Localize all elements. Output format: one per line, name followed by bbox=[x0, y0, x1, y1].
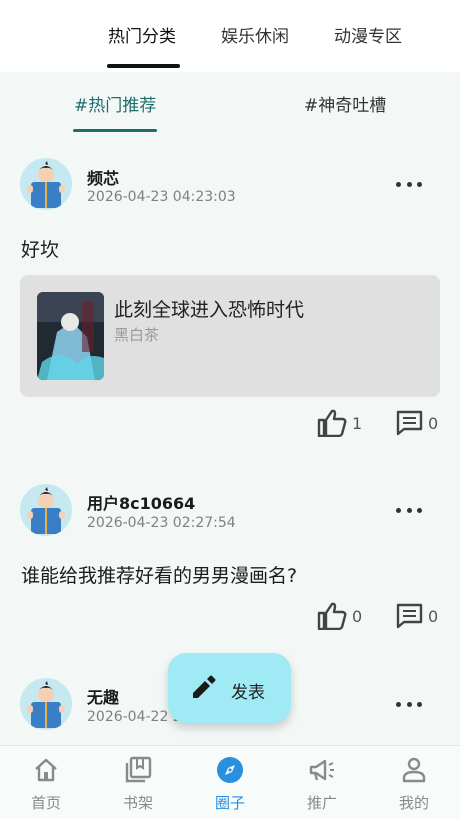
comment-count: 0 bbox=[428, 413, 439, 433]
nav-promote-label: 推广 bbox=[306, 794, 337, 812]
avatar[interactable] bbox=[20, 484, 72, 536]
sub-tab-indicator bbox=[73, 129, 157, 132]
nav-profile-label: 我的 bbox=[398, 794, 429, 812]
tab-hot-category[interactable]: 热门分类 bbox=[108, 22, 176, 47]
comment-count: 0 bbox=[428, 606, 439, 626]
post-content: 谁能给我推荐好看的男男漫画名? bbox=[21, 565, 298, 587]
pencil-icon bbox=[193, 675, 216, 698]
publish-label: 发表 bbox=[231, 683, 265, 703]
like-count: 0 bbox=[352, 606, 363, 626]
reader-avatar-icon bbox=[20, 158, 72, 210]
book-card[interactable]: 此刻全球进入恐怖时代 黑白茶 bbox=[20, 275, 440, 397]
nav-circle[interactable]: 圈子 bbox=[184, 746, 276, 819]
comment-button[interactable]: 0 bbox=[396, 603, 438, 629]
home-icon bbox=[35, 758, 57, 782]
publish-fab-button[interactable]: 发表 bbox=[168, 653, 291, 723]
post-time: 2026-04-23 02:27:54 bbox=[87, 515, 236, 531]
like-count: 1 bbox=[352, 413, 363, 433]
nav-profile[interactable]: 我的 bbox=[368, 746, 460, 819]
megaphone-icon bbox=[309, 759, 334, 781]
nav-home-label: 首页 bbox=[30, 794, 61, 812]
like-button[interactable]: 1 bbox=[317, 409, 362, 437]
tab-rant[interactable]: #神奇吐槽 bbox=[304, 91, 386, 116]
reader-avatar-icon bbox=[20, 678, 72, 730]
book-title: 此刻全球进入恐怖时代 bbox=[114, 299, 305, 321]
thumbs-up-icon bbox=[317, 409, 347, 437]
reader-avatar-icon bbox=[20, 484, 72, 536]
book-author: 黑白茶 bbox=[114, 326, 160, 344]
book-cover-image bbox=[37, 292, 104, 380]
bottom-navigation: 首页 书架 圈子 推广 我的 bbox=[0, 745, 460, 819]
post-time: 2026-04-22 2 bbox=[87, 709, 182, 725]
more-options-icon[interactable] bbox=[396, 697, 422, 711]
nav-bookshelf[interactable]: 书架 bbox=[92, 746, 184, 819]
author-name[interactable]: 频芯 bbox=[87, 165, 119, 189]
compass-icon bbox=[217, 757, 243, 783]
comment-icon bbox=[396, 603, 423, 629]
tab-anime[interactable]: 动漫专区 bbox=[334, 22, 402, 47]
avatar[interactable] bbox=[20, 158, 72, 210]
person-icon bbox=[402, 757, 426, 783]
thumbs-up-icon bbox=[317, 602, 347, 630]
nav-bookshelf-label: 书架 bbox=[122, 794, 153, 812]
more-options-icon[interactable] bbox=[396, 177, 422, 191]
sub-tab-bar: #热门推荐 #神奇吐槽 bbox=[0, 72, 460, 132]
nav-circle-label: 圈子 bbox=[214, 794, 245, 812]
comment-button[interactable]: 0 bbox=[396, 410, 438, 436]
author-name[interactable]: 无趣 bbox=[87, 684, 119, 708]
avatar[interactable] bbox=[20, 678, 72, 730]
tab-hot-recommend[interactable]: #热门推荐 bbox=[74, 91, 156, 116]
post-time: 2026-04-23 04:23:03 bbox=[87, 189, 236, 205]
more-options-icon[interactable] bbox=[396, 503, 422, 517]
author-name[interactable]: 用户8c10664 bbox=[87, 490, 195, 514]
nav-promote[interactable]: 推广 bbox=[276, 746, 368, 819]
like-button[interactable]: 0 bbox=[317, 602, 362, 630]
bookshelf-icon bbox=[125, 756, 152, 783]
top-tab-indicator bbox=[107, 64, 180, 68]
nav-home[interactable]: 首页 bbox=[0, 746, 92, 819]
post-content: 好坎 bbox=[21, 239, 60, 261]
tab-entertainment[interactable]: 娱乐休闲 bbox=[221, 22, 289, 47]
top-tab-bar: 热门分类 娱乐休闲 动漫专区 bbox=[0, 0, 460, 72]
comment-icon bbox=[396, 410, 423, 436]
